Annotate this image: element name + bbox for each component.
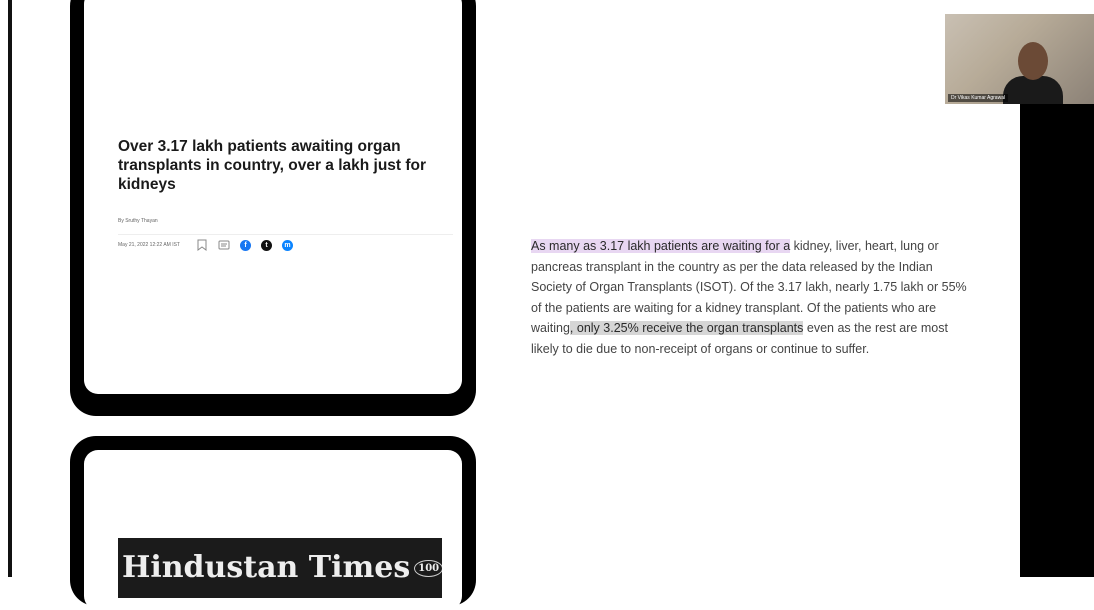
article-byline: By Sruthy Thayan: [118, 218, 158, 224]
article-headline: Over 3.17 lakh patients awaiting organ t…: [118, 138, 427, 193]
facebook-icon[interactable]: f: [239, 239, 251, 251]
participant-head: [1018, 42, 1048, 80]
article-body-text: As many as 3.17 lakh patients are waitin…: [531, 236, 976, 360]
participant-body: [1003, 76, 1063, 104]
right-black-panel: [1020, 104, 1094, 577]
bookmark-icon[interactable]: [196, 239, 208, 251]
hindustan-times-masthead: Hindustan Times 100: [118, 538, 442, 598]
masthead-name: Hindustan Times: [122, 550, 411, 585]
masthead-screen: Hindustan Times 100: [84, 450, 462, 610]
messenger-icon[interactable]: m: [281, 239, 293, 251]
masthead-badge: 100: [414, 560, 442, 577]
twitter-icon[interactable]: t: [260, 239, 272, 251]
comment-icon[interactable]: [218, 239, 230, 251]
participant-video-tile[interactable]: Dr Vikas Kumar Agrawal: [945, 14, 1094, 104]
article-phone-frame: Over 3.17 lakh patients awaiting organ t…: [70, 0, 476, 416]
masthead-phone-frame: Hindustan Times 100: [70, 436, 476, 610]
article-date: May 21, 2022 12:22 AM IST: [118, 242, 180, 248]
article-meta-row: May 21, 2022 12:22 AM IST f t m: [118, 238, 453, 252]
divider: [118, 234, 453, 235]
highlight-grey: , only 3.25% receive the organ transplan…: [569, 321, 804, 336]
left-edge-bar: [8, 0, 12, 577]
highlight-purple: As many as 3.17 lakh patients are waitin…: [531, 239, 791, 253]
article-screen: Over 3.17 lakh patients awaiting organ t…: [84, 0, 462, 394]
participant-name-tag: Dr Vikas Kumar Agrawal: [948, 94, 1009, 102]
